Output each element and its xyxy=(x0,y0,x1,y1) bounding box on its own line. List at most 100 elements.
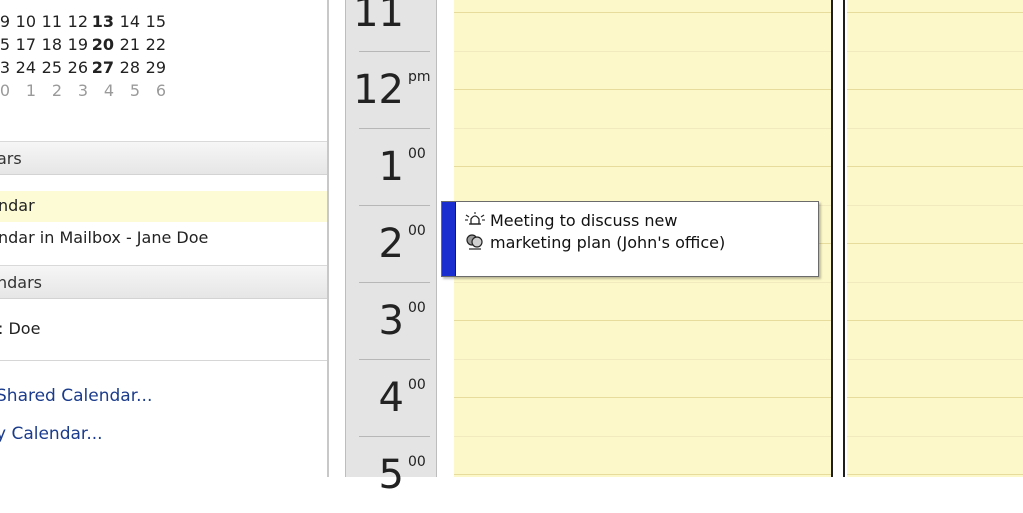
mini-calendar-day[interactable]: 1 xyxy=(10,79,36,102)
appointment-meeting[interactable]: Meeting to discuss new marketing plan (J… xyxy=(441,201,819,277)
mini-calendar-day[interactable]: 2 xyxy=(36,79,62,102)
appointment-subject-line1: Meeting to discuss new xyxy=(490,211,678,230)
mini-calendar-day[interactable]: 3 xyxy=(62,79,88,102)
mini-calendar-day[interactable]: 18 xyxy=(36,33,62,56)
day-column-divider xyxy=(831,0,833,477)
mini-calendar-day[interactable]: 25 xyxy=(36,56,62,79)
time-slot-minutes: 00 xyxy=(408,146,426,162)
mini-calendar-week: 0123456 xyxy=(0,79,166,102)
time-grid-line xyxy=(454,128,831,129)
calendar-item-mailbox-jane-doe[interactable]: ndar in Mailbox - Jane Doe xyxy=(0,223,328,254)
calendar-item-label: ndar in Mailbox - Jane Doe xyxy=(0,228,209,247)
time-slot-minutes: 00 xyxy=(408,454,426,470)
time-grid-line xyxy=(454,282,831,283)
section-divider xyxy=(0,360,328,361)
other-calendars-header-label: ndars xyxy=(0,273,43,292)
pane-splitter[interactable] xyxy=(327,0,329,477)
navigation-pane: 9 10 11 12 13 14 15 5 17 18 19 20 21 22 3 24 25 26 27 28 29 0… xyxy=(0,0,328,477)
mini-calendar-day[interactable]: 13 xyxy=(88,10,114,33)
share-my-calendar-link[interactable]: y Calendar... xyxy=(0,424,103,444)
mini-calendar-week: 9 10 11 12 13 14 15 xyxy=(0,10,166,33)
mini-calendar: 9 10 11 12 13 14 15 5 17 18 19 20 21 22 3 24 25 26 27 28 29 0… xyxy=(0,10,166,102)
mini-calendar-day[interactable]: 15 xyxy=(140,10,166,33)
time-grid-line xyxy=(454,12,831,13)
mini-calendar-day[interactable]: 3 xyxy=(0,56,10,79)
time-grid-line xyxy=(847,243,1023,244)
mini-calendar-day[interactable]: 27 xyxy=(88,56,114,79)
mini-calendar-day[interactable]: 5 xyxy=(0,33,10,56)
time-grid-line xyxy=(847,51,1023,52)
time-slot-hour: 3 xyxy=(378,298,404,344)
mini-calendar-day[interactable]: 0 xyxy=(0,79,10,102)
mini-calendar-day[interactable]: 12 xyxy=(62,10,88,33)
time-slot-minutes: 00 xyxy=(408,377,426,393)
mini-calendar-day[interactable]: 26 xyxy=(62,56,88,79)
time-slot-minutes: pm xyxy=(408,69,431,85)
mini-calendar-day[interactable]: 20 xyxy=(88,33,114,56)
time-slot: 12 pm xyxy=(346,51,436,128)
day-column-2[interactable] xyxy=(847,0,1023,477)
open-shared-calendar-link[interactable]: Shared Calendar... xyxy=(0,386,152,406)
time-grid-line xyxy=(847,436,1023,437)
time-slot-separator xyxy=(359,205,430,206)
time-ruler: 11 12 pm 1 00 2 00 3 00 4 00 5 00 xyxy=(345,0,437,495)
time-grid-line xyxy=(454,359,831,360)
time-grid-line xyxy=(847,89,1023,90)
time-grid-line xyxy=(847,128,1023,129)
time-slot: 2 00 xyxy=(346,205,436,282)
time-slot-minutes: 00 xyxy=(408,223,426,239)
time-grid-line xyxy=(454,51,831,52)
time-slot-hour: 5 xyxy=(378,452,404,498)
time-grid-line xyxy=(454,89,831,90)
time-grid-line xyxy=(847,282,1023,283)
mini-calendar-day[interactable]: 24 xyxy=(10,56,36,79)
my-calendars-header-label: ars xyxy=(0,149,22,168)
time-grid-line xyxy=(847,166,1023,167)
time-grid-line xyxy=(847,320,1023,321)
calendar-item-calendar[interactable]: ndar xyxy=(0,191,328,222)
mini-calendar-day[interactable]: 21 xyxy=(114,33,140,56)
time-grid-line xyxy=(454,320,831,321)
mini-calendar-day[interactable]: 6 xyxy=(140,79,166,102)
calendar-item-label: : Doe xyxy=(0,319,41,338)
time-slot: 3 00 xyxy=(346,282,436,359)
time-slot-separator xyxy=(359,128,430,129)
mini-calendar-day[interactable]: 28 xyxy=(114,56,140,79)
my-calendars-header[interactable]: ars xyxy=(0,141,328,175)
time-slot: 4 00 xyxy=(346,359,436,436)
mini-calendar-day[interactable]: 11 xyxy=(36,10,62,33)
time-slot-hour: 2 xyxy=(378,221,404,267)
mini-calendar-week: 3 24 25 26 27 28 29 xyxy=(0,56,166,79)
time-grid-line xyxy=(454,474,831,475)
time-grid-line xyxy=(847,359,1023,360)
mini-calendar-week: 5 17 18 19 20 21 22 xyxy=(0,33,166,56)
time-slot-hour: 4 xyxy=(378,375,404,421)
calendar-item-doe[interactable]: : Doe xyxy=(0,314,328,345)
time-grid-line xyxy=(454,166,831,167)
mini-calendar-day[interactable]: 10 xyxy=(10,10,36,33)
mini-calendar-day[interactable]: 17 xyxy=(10,33,36,56)
time-grid-line xyxy=(847,205,1023,206)
other-calendars-header[interactable]: ndars xyxy=(0,265,328,299)
mini-calendar-day[interactable]: 14 xyxy=(114,10,140,33)
time-slot: 1 00 xyxy=(346,128,436,205)
mini-calendar-day[interactable]: 5 xyxy=(114,79,140,102)
appointment-subject-line2: marketing plan (John's office) xyxy=(490,233,726,252)
time-slot-separator xyxy=(359,436,430,437)
mini-calendar-day[interactable]: 29 xyxy=(140,56,166,79)
appointment-busy-bar xyxy=(442,202,456,276)
time-slot-minutes: 00 xyxy=(408,300,426,316)
mini-calendar-day[interactable]: 4 xyxy=(88,79,114,102)
mini-calendar-day[interactable]: 9 xyxy=(0,10,10,33)
time-grid-line xyxy=(454,397,831,398)
calendar-item-label: ndar xyxy=(0,196,35,215)
time-grid-line xyxy=(847,474,1023,475)
mini-calendar-day[interactable]: 22 xyxy=(140,33,166,56)
time-slot-hour: 1 xyxy=(378,144,404,190)
mini-calendar-day[interactable]: 19 xyxy=(62,33,88,56)
time-slot-hour: 11 xyxy=(353,0,404,36)
time-slot: 5 00 xyxy=(346,436,436,513)
time-slot: 11 xyxy=(346,0,436,51)
meeting-attendees-icon xyxy=(466,234,483,250)
reminder-bell-icon xyxy=(465,212,485,225)
